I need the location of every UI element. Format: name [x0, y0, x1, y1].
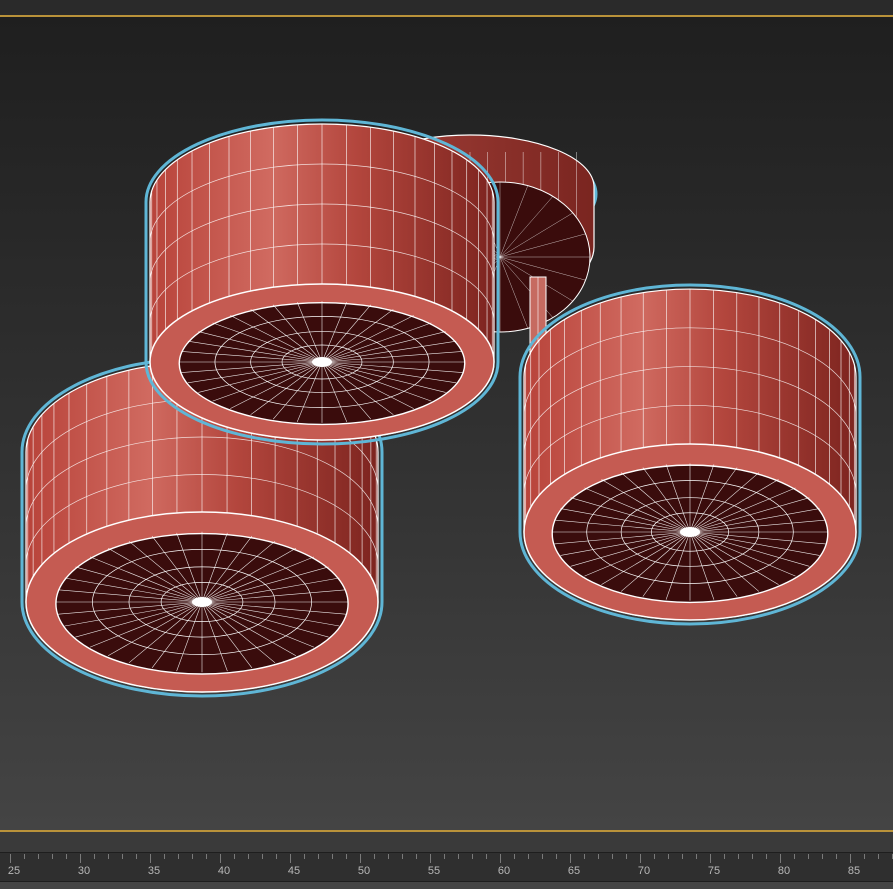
- timeline-minor-tick: [416, 854, 417, 859]
- timeline-major-tick: [290, 854, 291, 863]
- timeline-major-tick: [780, 854, 781, 863]
- timeline-minor-tick: [766, 854, 767, 859]
- perspective-viewport[interactable]: [0, 15, 893, 832]
- lamp-shade-right[interactable]: [518, 283, 862, 626]
- timeline-frame-label: 60: [497, 865, 511, 877]
- timeline-minor-tick: [878, 854, 879, 859]
- timeline-minor-tick: [864, 854, 865, 859]
- timeline-minor-tick: [262, 854, 263, 859]
- timeline-major-tick: [150, 854, 151, 863]
- timeline-minor-tick: [24, 854, 25, 859]
- center-hub: [192, 597, 212, 607]
- timeline-minor-tick: [276, 854, 277, 859]
- timeline-frame-label: 75: [707, 865, 721, 877]
- timeline-minor-tick: [304, 854, 305, 859]
- timeline-minor-tick: [318, 854, 319, 859]
- timeline-major-tick: [500, 854, 501, 863]
- timeline-major-tick: [570, 854, 571, 863]
- timeline-minor-tick: [108, 854, 109, 859]
- timeline-minor-tick: [374, 854, 375, 859]
- viewport-title-strip: [0, 0, 893, 15]
- timeline-minor-tick: [514, 854, 515, 859]
- timeline-minor-tick: [724, 854, 725, 859]
- timeline-major-tick: [80, 854, 81, 863]
- timeline-minor-tick: [794, 854, 795, 859]
- timeline-minor-tick: [542, 854, 543, 859]
- timeline-minor-tick: [626, 854, 627, 859]
- timeline-minor-tick: [822, 854, 823, 859]
- timeline-frame-label: 80: [777, 865, 791, 877]
- timeline-minor-tick: [486, 854, 487, 859]
- timeline-minor-tick: [654, 854, 655, 859]
- timeline-frame-label: 50: [357, 865, 371, 877]
- status-bar: [0, 882, 893, 889]
- timeline-minor-tick: [136, 854, 137, 859]
- timeline-minor-tick: [556, 854, 557, 859]
- timeline-minor-tick: [458, 854, 459, 859]
- timeline-minor-tick: [234, 854, 235, 859]
- timeline-minor-tick: [332, 854, 333, 859]
- timeline-minor-tick: [66, 854, 67, 859]
- center-hub: [680, 527, 700, 537]
- timeline-frame-label: 85: [847, 865, 861, 877]
- timeline-minor-tick: [388, 854, 389, 859]
- timeline-major-tick: [710, 854, 711, 863]
- timeline-minor-tick: [738, 854, 739, 859]
- timeline-major-tick: [360, 854, 361, 863]
- timeline-minor-tick: [836, 854, 837, 859]
- timeline-minor-tick: [808, 854, 809, 859]
- timeline-major-tick: [850, 854, 851, 863]
- timeline-minor-tick: [248, 854, 249, 859]
- timeline-frame-label: 55: [427, 865, 441, 877]
- timeline-frame-label: 30: [77, 865, 91, 877]
- timeline-minor-tick: [598, 854, 599, 859]
- timeline-minor-tick: [612, 854, 613, 859]
- timeline-minor-tick: [192, 854, 193, 859]
- timeline-minor-tick: [584, 854, 585, 859]
- timeline-frame-label: 40: [217, 865, 231, 877]
- timeline-minor-tick: [402, 854, 403, 859]
- timeline-major-tick: [10, 854, 11, 863]
- lamp-shade-top[interactable]: [144, 118, 500, 446]
- timeline-frame-label: 70: [637, 865, 651, 877]
- timeline-minor-tick: [472, 854, 473, 859]
- timeline-bar[interactable]: 25 30 35 40 45 50 55 60 65 70 75 80 85: [0, 832, 893, 889]
- timeline-frame-label: 45: [287, 865, 301, 877]
- timeline-frame-label: 65: [567, 865, 581, 877]
- timeline-minor-tick: [178, 854, 179, 859]
- timeline-minor-tick: [38, 854, 39, 859]
- timeline-frame-label: 25: [7, 865, 21, 877]
- timeline-major-tick: [220, 854, 221, 863]
- timeline-minor-tick: [52, 854, 53, 859]
- timeline-major-tick: [430, 854, 431, 863]
- timeline-minor-tick: [752, 854, 753, 859]
- timeline-minor-tick: [346, 854, 347, 859]
- timeline-minor-tick: [696, 854, 697, 859]
- timeline-minor-tick: [94, 854, 95, 859]
- timeline-minor-tick: [668, 854, 669, 859]
- timeline-minor-tick: [206, 854, 207, 859]
- scene-canvas[interactable]: [0, 15, 893, 832]
- timeline-minor-tick: [682, 854, 683, 859]
- timeline-major-tick: [640, 854, 641, 863]
- timeline-minor-tick: [164, 854, 165, 859]
- timeline-minor-tick: [444, 854, 445, 859]
- timeline-frame-label: 35: [147, 865, 161, 877]
- timeline-track[interactable]: [0, 852, 893, 882]
- center-hub: [312, 357, 332, 367]
- timeline-minor-tick: [528, 854, 529, 859]
- timeline-minor-tick: [122, 854, 123, 859]
